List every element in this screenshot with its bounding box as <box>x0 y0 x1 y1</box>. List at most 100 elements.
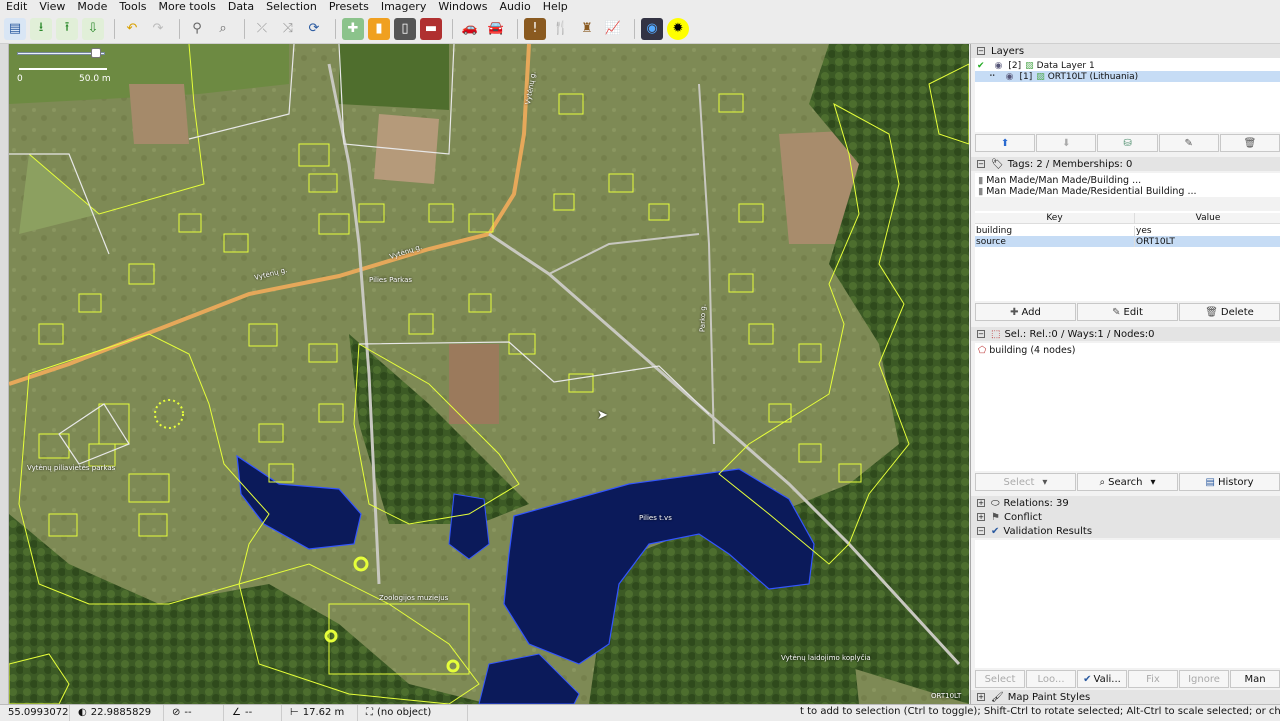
relations-panel-header[interactable]: + ⬭ Relations: 39 <box>971 496 1280 510</box>
layers-panel-header[interactable]: − Layers <box>971 44 1280 58</box>
tag-key[interactable]: building <box>975 225 1135 236</box>
tag-row[interactable]: building yes <box>975 225 1280 236</box>
preferences-icon[interactable]: ⚲ <box>186 18 208 40</box>
download-icon[interactable]: ⇩ <box>82 17 104 40</box>
barrier-icon[interactable]: ▬ <box>420 17 442 40</box>
drag-handle-icon: ⠒ <box>989 71 996 82</box>
tag-table: Key Value building yes source ORT10LT <box>975 211 1280 301</box>
edit-tag-button[interactable]: ✎ Edit <box>1077 303 1178 321</box>
tags-panel-header[interactable]: − 🏷 Tags: 2 / Memberships: 0 <box>971 157 1280 171</box>
redo-icon[interactable]: ↷ <box>147 18 169 40</box>
refresh-icon[interactable]: ⟳ <box>303 18 325 40</box>
food-icon[interactable]: 🍴 <box>550 18 572 40</box>
layer-properties-icon[interactable]: ✎ <box>1158 134 1219 152</box>
menu-selection[interactable]: Selection <box>260 0 323 14</box>
fix-button[interactable]: Fix <box>1128 670 1178 688</box>
select-label: Select <box>1003 476 1035 488</box>
zoom-slider-knob[interactable] <box>91 48 101 58</box>
menu-edit[interactable]: Edit <box>0 0 33 14</box>
sun-icon[interactable]: ✹ <box>667 17 689 40</box>
paint-icon: 🖌 <box>991 691 1004 703</box>
delete-layer-icon[interactable]: 🗑 <box>1219 134 1280 152</box>
tag-value[interactable]: yes <box>1135 226 1152 236</box>
vehicle-icon[interactable]: 🚘 <box>485 18 507 40</box>
history-icon: ▤ <box>1205 476 1215 488</box>
save-icon[interactable]: ⭳ <box>30 17 52 40</box>
zoom-icon[interactable]: ⌕ <box>212 18 234 40</box>
validate-button[interactable]: ✔ Vali... <box>1077 670 1127 688</box>
add-tag-button[interactable]: ✚ Add <box>975 303 1076 321</box>
scale-bar[interactable]: 0 50.0 m <box>15 48 125 86</box>
preset-list: ▮ Man Made/Man Made/Building ... ▮ Man M… <box>975 173 1280 197</box>
delete-label: Delete <box>1220 306 1254 318</box>
preset-link[interactable]: ▮ Man Made/Man Made/Building ... <box>975 175 1280 186</box>
map-tab-button[interactable]: Man <box>1230 670 1280 688</box>
selection-panel-header[interactable]: − ⬚ Sel.: Rel.:0 / Ways:1 / Nodes:0 <box>971 327 1280 341</box>
chart-icon[interactable]: 📈 <box>602 18 624 40</box>
circle-icon[interactable]: ◉ <box>641 17 663 40</box>
select-button[interactable]: Select ▾ <box>975 473 1076 491</box>
longitude-readout: ◐ 22.9885829 <box>70 704 164 721</box>
validate-label: Vali... <box>1093 673 1121 685</box>
door-icon[interactable]: ▯ <box>394 17 416 40</box>
selection-item[interactable]: ⬠ building (4 nodes) <box>975 345 1280 356</box>
expand-icon[interactable]: + <box>977 499 985 507</box>
undo-icon[interactable]: ↶ <box>121 18 143 40</box>
shop-icon[interactable]: ! <box>524 17 546 40</box>
search-button[interactable]: ⌕ Search ▾ <box>1077 473 1178 491</box>
wireframe-icon[interactable]: ⤫ <box>251 18 273 40</box>
collapse-icon[interactable]: − <box>977 527 985 535</box>
lookup-label: Loo... <box>1037 673 1065 685</box>
menu-tools[interactable]: Tools <box>113 0 152 14</box>
expand-icon[interactable]: + <box>977 513 985 521</box>
plus-icon: ✚ <box>1010 306 1019 318</box>
collapse-icon[interactable]: − <box>977 160 985 168</box>
map-icon[interactable]: ✚ <box>342 17 364 40</box>
map-paint-styles-header[interactable]: + 🖌 Map Paint Styles <box>971 690 1280 704</box>
layer-name: ORT10LT (Lithuania) <box>1047 71 1139 82</box>
ignore-button[interactable]: Ignore <box>1179 670 1229 688</box>
expand-icon[interactable]: + <box>977 693 985 701</box>
open-icon[interactable]: ▤ <box>4 17 26 40</box>
delete-tag-button[interactable]: 🗑 Delete <box>1179 303 1280 321</box>
upload-icon[interactable]: ⭱ <box>56 17 78 40</box>
menu-audio[interactable]: Audio <box>493 0 536 14</box>
car-icon[interactable]: 🚗 <box>459 18 481 40</box>
tag-value[interactable]: ORT10LT <box>1135 237 1175 247</box>
tag-row[interactable]: source ORT10LT <box>975 236 1280 247</box>
collapse-icon[interactable]: − <box>977 330 985 338</box>
validation-select-button[interactable]: Select <box>975 670 1025 688</box>
menu-mode[interactable]: Mode <box>71 0 113 14</box>
move-up-icon[interactable]: ⬆ <box>975 134 1036 152</box>
menu-help[interactable]: Help <box>537 0 574 14</box>
collapse-icon[interactable]: − <box>977 47 985 55</box>
map-view[interactable]: 0 50.0 m Vytėnų g. Vytėnų g. Parko g. Vy… <box>9 44 969 704</box>
visibility-eye-icon[interactable]: ◉ <box>1006 72 1014 82</box>
menu-more-tools[interactable]: More tools <box>153 0 222 14</box>
tag-key[interactable]: source <box>975 236 1135 247</box>
validation-panel-header[interactable]: − ✔ Validation Results <box>971 524 1280 538</box>
menu-presets[interactable]: Presets <box>323 0 375 14</box>
menu-view[interactable]: View <box>33 0 71 14</box>
move-down-icon[interactable]: ⬇ <box>1036 134 1097 152</box>
preset-link[interactable]: ▮ Man Made/Man Made/Residential Building… <box>975 186 1280 197</box>
conflict-panel-header[interactable]: + ⚑ Conflict <box>971 510 1280 524</box>
building-preset-icon: ▮ <box>978 186 984 197</box>
dropdown-arrow-icon: ▾ <box>1150 476 1156 488</box>
history-button[interactable]: ▤ History <box>1179 473 1280 491</box>
layer-row[interactable]: ⠒ ◉ [1] ▨ ORT10LT (Lithuania) <box>975 71 1280 82</box>
tags-title: Tags: 2 / Memberships: 0 <box>1007 158 1133 170</box>
menu-data[interactable]: Data <box>222 0 260 14</box>
lookup-button[interactable]: Loo... <box>1026 670 1076 688</box>
visibility-eye-icon[interactable]: ◉ <box>995 61 1003 71</box>
menu-imagery[interactable]: Imagery <box>375 0 432 14</box>
industrial-icon[interactable]: ♜ <box>576 18 598 40</box>
merge-layer-icon[interactable]: ⛁ <box>1097 134 1158 152</box>
angle-icon: ∠ <box>232 707 241 718</box>
layer-row[interactable]: ✔ ◉ [2] ▨ Data Layer 1 <box>975 60 1280 71</box>
distance-readout: ⊢ 17.62 m <box>282 704 358 721</box>
ignore-label: Ignore <box>1188 673 1220 685</box>
highway-icon[interactable]: ⤨ <box>277 18 299 40</box>
building-icon[interactable]: ▮ <box>368 17 390 40</box>
menu-windows[interactable]: Windows <box>432 0 493 14</box>
